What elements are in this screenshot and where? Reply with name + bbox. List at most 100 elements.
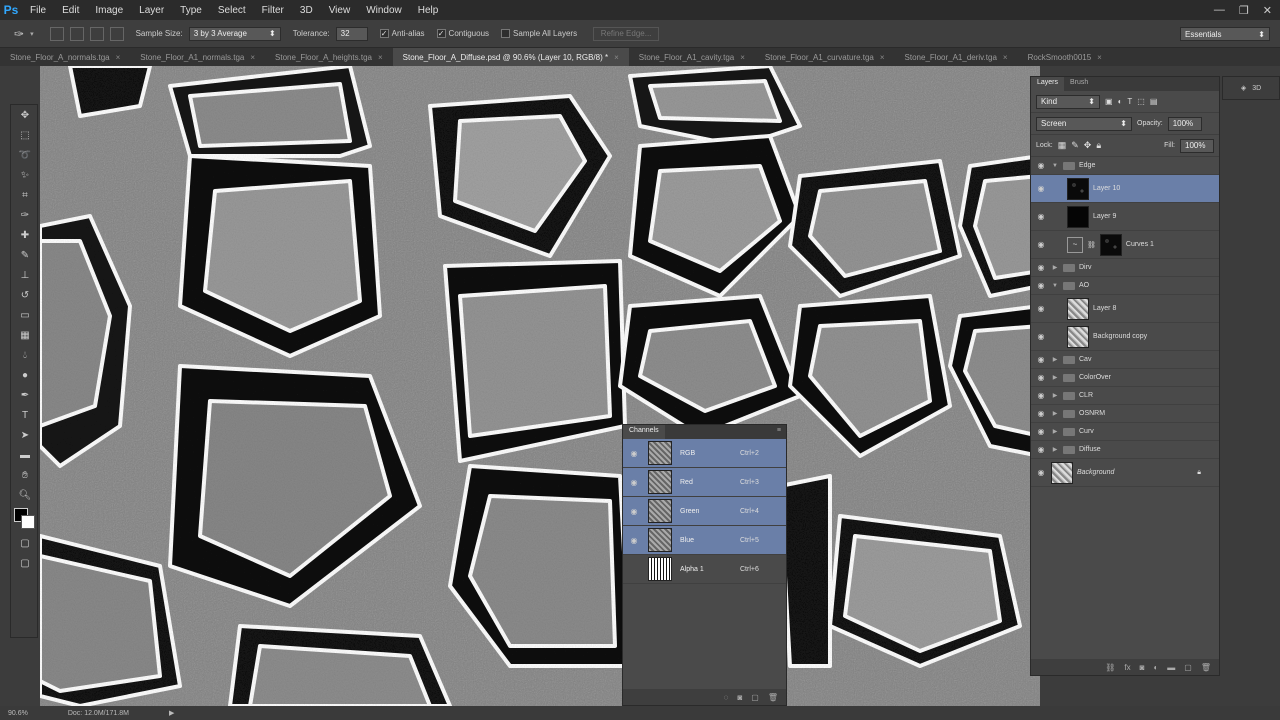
new-adjustment-icon[interactable]: ◐ xyxy=(1153,663,1158,672)
new-layer-icon[interactable]: ▢ xyxy=(1184,663,1192,672)
dodge-tool-icon[interactable]: ● xyxy=(11,365,39,385)
visibility-eye-icon[interactable]: ◉ xyxy=(1035,468,1047,477)
document-canvas[interactable] xyxy=(40,66,1040,706)
trash-icon[interactable]: 🗑︎ xyxy=(1201,663,1211,672)
layer-row[interactable]: ◉ Layer 9 xyxy=(1031,203,1219,231)
sample-all-layers-checkbox[interactable]: Sample All Layers xyxy=(501,29,577,38)
mask-thumbnail[interactable] xyxy=(1099,233,1122,256)
expand-right-icon[interactable]: ▶ xyxy=(1051,410,1059,417)
subtract-selection-icon[interactable] xyxy=(89,26,104,41)
smart-object-filter-icon[interactable]: ▤ xyxy=(1150,97,1158,106)
crop-tool-icon[interactable]: ⌗ xyxy=(11,185,39,205)
fill-input[interactable]: 100% xyxy=(1180,138,1214,153)
panel-tab-layers[interactable]: Layers xyxy=(1031,77,1065,91)
layer-group[interactable]: ◉ ▶ OSNRM xyxy=(1031,405,1219,423)
new-group-icon[interactable]: ▬ xyxy=(1167,663,1175,672)
visibility-eye-icon[interactable]: ◉ xyxy=(1035,281,1047,290)
channel-row[interactable]: ◉ Blue Ctrl+5 xyxy=(623,526,786,555)
menu-image[interactable]: Image xyxy=(87,5,131,16)
anti-alias-checkbox[interactable]: ✓ Anti-alias xyxy=(379,29,425,38)
layer-thumbnail[interactable] xyxy=(1067,325,1089,348)
type-tool-icon[interactable]: T xyxy=(11,405,39,425)
clone-stamp-icon[interactable]: ⊥ xyxy=(11,265,39,285)
blend-mode-select[interactable]: Screen ⬍ xyxy=(1036,116,1132,131)
save-selection-icon[interactable]: ◙ xyxy=(737,693,742,702)
layer-thumbnail[interactable] xyxy=(1067,205,1089,228)
visibility-eye-icon[interactable]: ◉ xyxy=(1035,240,1047,249)
zoom-tool-icon[interactable]: 🔍︎ xyxy=(11,485,39,505)
contiguous-checkbox[interactable]: ✓ Contiguous xyxy=(436,29,489,38)
lasso-tool-icon[interactable]: ➰ xyxy=(11,145,39,165)
background-color[interactable] xyxy=(21,515,35,529)
menu-layer[interactable]: Layer xyxy=(131,5,172,16)
layer-thumbnail[interactable] xyxy=(1051,461,1073,484)
expand-right-icon[interactable]: ▶ xyxy=(1051,374,1059,381)
visibility-eye-icon[interactable]: ◉ xyxy=(628,478,640,487)
document-tab[interactable]: Stone_Floor_A_Diffuse.psd @ 90.6% (Layer… xyxy=(392,48,629,66)
new-selection-icon[interactable] xyxy=(49,26,64,41)
type-filter-icon[interactable]: T xyxy=(1127,97,1132,106)
visibility-eye-icon[interactable]: ◉ xyxy=(1035,332,1047,341)
workspace-select[interactable]: Essentials ⬍ xyxy=(1180,27,1270,41)
shape-filter-icon[interactable]: ⬚ xyxy=(1137,97,1145,106)
fx-icon[interactable]: fx xyxy=(1124,663,1130,672)
marquee-tool-icon[interactable]: ⬚ xyxy=(11,125,39,145)
trash-icon[interactable]: 🗑︎ xyxy=(768,693,778,702)
document-tab[interactable]: Stone_Floor_A1_deriv.tga × xyxy=(895,48,1018,66)
color-swatches[interactable] xyxy=(11,505,39,533)
lock-position-icon[interactable]: ✥ xyxy=(1084,140,1092,151)
magic-wand-tool-icon[interactable]: ✨︎ xyxy=(11,165,39,185)
eraser-tool-icon[interactable]: ▭ xyxy=(11,305,39,325)
layer-thumbnail[interactable] xyxy=(1067,177,1089,200)
layer-group[interactable]: ◉ ▼ AO xyxy=(1031,277,1219,295)
visibility-eye-icon[interactable]: ◉ xyxy=(1035,263,1047,272)
3d-panel-button[interactable]: ◈ 3D xyxy=(1222,76,1280,100)
tolerance-input[interactable]: 32 xyxy=(335,26,368,41)
panel-menu-icon[interactable]: ≡ xyxy=(772,425,786,439)
layer-group[interactable]: ◉ ▶ Diffuse xyxy=(1031,441,1219,459)
link-layers-icon[interactable]: ⛓ xyxy=(1105,663,1115,672)
expand-right-icon[interactable]: ▶ xyxy=(1051,446,1059,453)
close-icon[interactable]: × xyxy=(1097,53,1102,62)
layer-group[interactable]: ◉ ▼ Edge xyxy=(1031,157,1219,175)
channel-row[interactable]: ◉ Red Ctrl+3 xyxy=(623,468,786,497)
hand-tool-icon[interactable]: ✋︎ xyxy=(11,465,39,485)
brush-tool-icon[interactable]: ✎ xyxy=(11,245,39,265)
minimize-icon[interactable]: — xyxy=(1214,4,1225,16)
layer-group[interactable]: ◉ ▶ Curv xyxy=(1031,423,1219,441)
document-tab[interactable]: Stone_Floor_A1_curvature.tga × xyxy=(755,48,895,66)
channel-row[interactable]: ◉ Green Ctrl+4 xyxy=(623,497,786,526)
layer-row[interactable]: ◉ Layer 8 xyxy=(1031,295,1219,323)
panel-tab-brush[interactable]: Brush xyxy=(1064,77,1094,91)
blur-tool-icon[interactable]: 💧︎ xyxy=(11,345,39,365)
eyedropper-tool-icon[interactable]: ✑ xyxy=(14,27,24,41)
layer-group[interactable]: ◉ ▶ ColorOver xyxy=(1031,369,1219,387)
menu-edit[interactable]: Edit xyxy=(54,5,87,16)
tool-preset-arrow-icon[interactable]: ▾ xyxy=(30,30,34,38)
gradient-tool-icon[interactable]: ▦ xyxy=(11,325,39,345)
channels-tab[interactable]: Channels xyxy=(623,425,665,439)
path-selection-icon[interactable]: ➤ xyxy=(11,425,39,445)
close-icon[interactable]: × xyxy=(1003,53,1008,62)
history-brush-icon[interactable]: ↺ xyxy=(11,285,39,305)
layer-thumbnail[interactable] xyxy=(1067,297,1089,320)
layer-row[interactable]: ◉ Background 🔒︎ xyxy=(1031,459,1219,487)
lock-all-icon[interactable]: 🔒︎ xyxy=(1096,140,1101,151)
channel-row[interactable]: Alpha 1 Ctrl+6 xyxy=(623,555,786,584)
expand-down-icon[interactable]: ▼ xyxy=(1051,283,1059,289)
document-tab[interactable]: Stone_Floor_A_heights.tga × xyxy=(265,48,393,66)
add-selection-icon[interactable] xyxy=(69,26,84,41)
visibility-eye-icon[interactable]: ◉ xyxy=(1035,409,1047,418)
layer-group[interactable]: ◉ ▶ CLR xyxy=(1031,387,1219,405)
shape-tool-icon[interactable]: ▬ xyxy=(11,445,39,465)
expand-right-icon[interactable]: ▶ xyxy=(1051,356,1059,363)
lock-transparent-icon[interactable]: ▦ xyxy=(1058,140,1067,151)
close-icon[interactable]: × xyxy=(614,53,619,62)
visibility-eye-icon[interactable]: ◉ xyxy=(1035,212,1047,221)
pixel-filter-icon[interactable]: ▣ xyxy=(1105,97,1113,106)
adjustment-filter-icon[interactable]: ◐ xyxy=(1118,97,1123,106)
refine-edge-button[interactable]: Refine Edge... xyxy=(593,26,660,41)
maximize-icon[interactable]: ❐ xyxy=(1239,4,1249,17)
eyedropper-tool-icon[interactable]: ✑ xyxy=(11,205,39,225)
quick-mask-icon[interactable]: ▢ xyxy=(11,533,39,553)
